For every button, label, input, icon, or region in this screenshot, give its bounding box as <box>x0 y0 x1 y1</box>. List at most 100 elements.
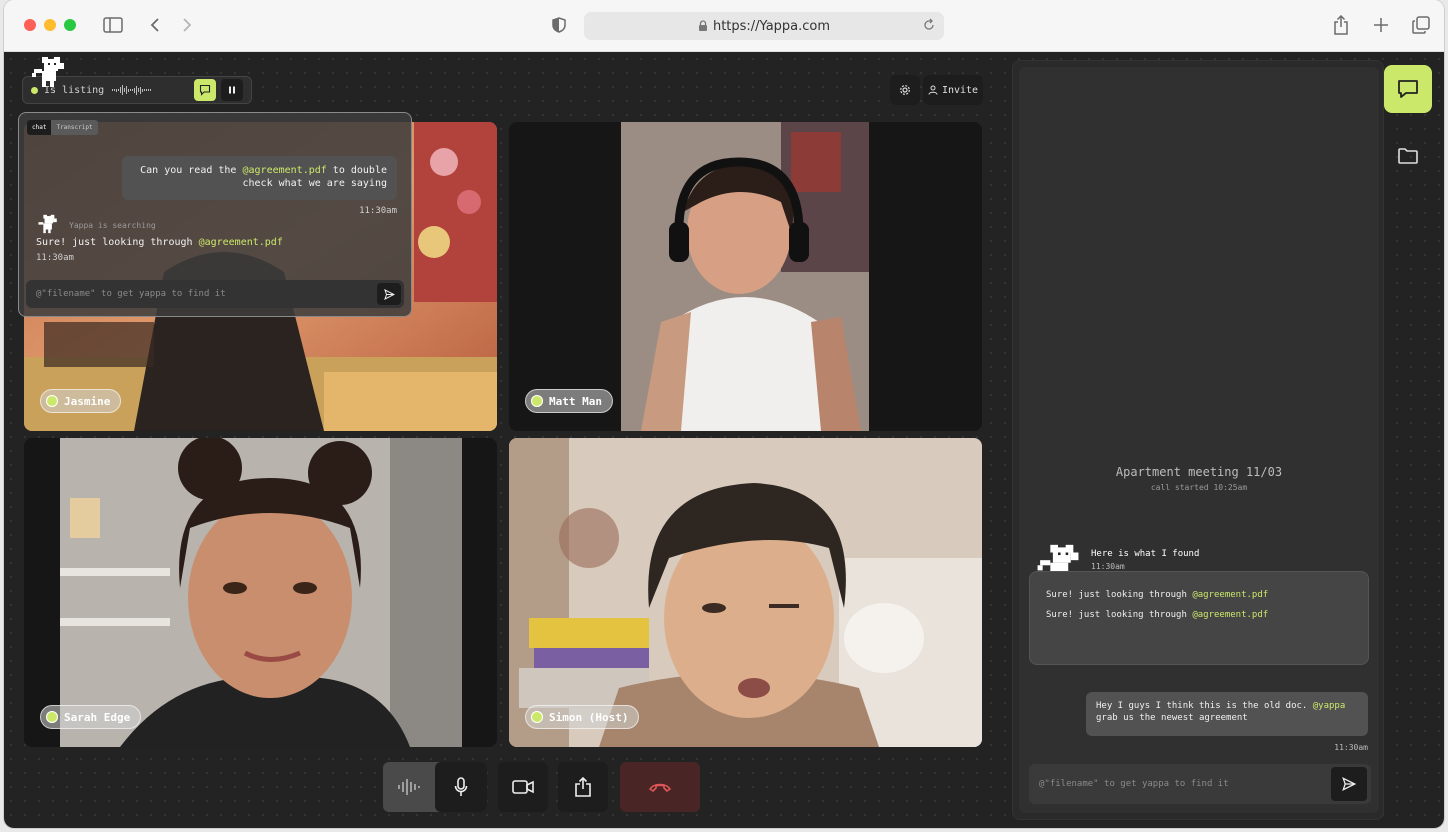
message-text: Sure! just looking through <box>1046 590 1193 600</box>
video-tile-matt-man[interactable]: Matt Man <box>509 122 982 431</box>
chat-toggle-button[interactable] <box>194 79 216 101</box>
file-mention-link[interactable]: @agreement.pdf <box>1192 590 1268 600</box>
audio-controls-group <box>383 762 487 812</box>
yappa-results-card: Sure! just looking through @agreement.pd… <box>1029 571 1369 665</box>
participant-name-tag: Matt Man <box>525 389 613 413</box>
participant-name: Simon (Host) <box>549 710 629 724</box>
pause-listening-button[interactable] <box>221 79 243 101</box>
files-panel-button[interactable] <box>1384 134 1432 178</box>
hang-up-icon <box>649 783 671 792</box>
video-feed <box>60 438 462 747</box>
user-message-bubble: Hey I guys I think this is the old doc. … <box>1086 692 1368 736</box>
share-icon[interactable] <box>1330 14 1352 36</box>
message-text: Hey I guys I think this is the old doc. <box>1096 701 1313 711</box>
side-send-button[interactable] <box>1331 767 1367 801</box>
video-feed <box>621 122 869 431</box>
audio-waveform-icon <box>112 84 152 96</box>
overlay-chat-input[interactable] <box>26 280 356 308</box>
maximize-window-button[interactable] <box>64 19 76 31</box>
browser-window: https://Yappa.com Is listing Invite Jasm… <box>4 0 1444 828</box>
microphone-icon <box>454 777 468 796</box>
message-text: Can you read the <box>140 165 243 176</box>
message-timestamp: 11:30am <box>36 253 74 263</box>
address-bar[interactable]: https://Yappa.com <box>584 12 944 40</box>
message-text: grab us the newest agreement <box>1096 713 1248 723</box>
side-chat-input[interactable] <box>1029 764 1359 804</box>
video-tile-simon-host[interactable]: Simon (Host) <box>509 438 982 747</box>
file-mention-link[interactable]: @agreement.pdf <box>1192 610 1268 620</box>
result-line: Sure! just looking through @agreement.pd… <box>1046 590 1352 600</box>
sidebar-toggle-icon[interactable] <box>102 14 124 36</box>
yappa-mention-link[interactable]: @yappa <box>1313 701 1346 711</box>
share-icon <box>575 777 591 797</box>
overlay-send-button[interactable] <box>377 283 401 305</box>
back-icon[interactable] <box>146 14 164 36</box>
video-tile-sarah-edge[interactable]: Sarah Edge <box>24 438 497 747</box>
yappa-status-note: Yappa is searching <box>69 221 156 230</box>
end-call-button[interactable] <box>620 762 700 812</box>
side-chat-input-box <box>1029 764 1371 804</box>
tab-chat[interactable]: chat <box>27 120 52 135</box>
minimize-window-button[interactable] <box>44 19 56 31</box>
file-mention-link[interactable]: @agreement.pdf <box>242 165 326 176</box>
url-text: https://Yappa.com <box>712 18 831 34</box>
message-timestamp: 11:30am <box>359 206 397 216</box>
message-timestamp: 11:30am <box>1334 743 1368 752</box>
gear-icon <box>900 85 910 95</box>
chat-bubble-icon <box>1398 80 1418 98</box>
result-line: Sure! just looking through @agreement.pd… <box>1046 610 1352 620</box>
pause-icon <box>229 86 235 94</box>
settings-button[interactable] <box>890 75 920 105</box>
invite-button[interactable]: Invite <box>923 75 983 105</box>
message-timestamp: 11:30am <box>1091 562 1125 571</box>
tab-transcript[interactable]: Transcript <box>51 120 97 135</box>
forward-icon[interactable] <box>178 14 196 36</box>
yappa-app: Is listing Invite Jasmine Matt Man Sarah… <box>4 52 1444 828</box>
participant-name: Sarah Edge <box>64 710 131 724</box>
tab-overview-icon[interactable] <box>1410 14 1432 36</box>
lock-icon <box>698 20 708 32</box>
chat-overlay: chat Transcript Can you read the @agreem… <box>18 112 412 317</box>
video-camera-icon <box>512 780 534 794</box>
user-icon <box>928 85 938 95</box>
meeting-title: Apartment meeting 11/03 <box>1115 465 1283 479</box>
file-mention-link[interactable]: @agreement.pdf <box>199 237 283 248</box>
shield-icon[interactable] <box>549 14 569 36</box>
participant-name: Jasmine <box>64 394 111 408</box>
invite-label: Invite <box>941 84 979 96</box>
speaking-indicator <box>46 711 58 723</box>
message-text: Sure! just looking through <box>36 237 199 248</box>
call-started-time: call started 10:25am <box>1150 483 1248 492</box>
participant-name: Matt Man <box>549 394 602 408</box>
waveform-icon <box>398 779 420 795</box>
send-icon <box>383 288 395 300</box>
speaking-indicator <box>531 711 543 723</box>
folder-icon <box>1398 148 1418 164</box>
camera-button[interactable] <box>498 762 548 812</box>
yappa-mascot-icon <box>38 214 57 234</box>
send-icon <box>1342 777 1356 791</box>
speaking-indicator <box>46 395 58 407</box>
new-tab-icon[interactable] <box>1370 14 1392 36</box>
chat-bubble-icon <box>199 84 211 96</box>
yappa-reply: Sure! just looking through @agreement.pd… <box>36 237 283 248</box>
yappa-mascot-icon <box>32 57 64 87</box>
audio-wave-button[interactable] <box>383 762 435 812</box>
share-screen-button[interactable] <box>558 762 608 812</box>
overlay-chat-input-box <box>26 280 404 308</box>
participant-name-tag: Jasmine <box>40 389 122 413</box>
microphone-button[interactable] <box>435 762 487 812</box>
browser-toolbar: https://Yappa.com <box>4 0 1444 52</box>
listening-status-dot <box>31 86 38 94</box>
participant-name-tag: Sarah Edge <box>40 705 142 729</box>
participant-name-tag: Simon (Host) <box>525 705 640 729</box>
speaking-indicator <box>531 395 543 407</box>
reload-icon[interactable] <box>922 18 936 36</box>
chat-history: Apartment meeting 11/03 call started 10:… <box>1019 67 1379 813</box>
yappa-message: Here is what I found <box>1091 549 1200 559</box>
chat-panel-button[interactable] <box>1384 65 1432 113</box>
close-window-button[interactable] <box>24 19 36 31</box>
user-message-bubble: Can you read the @agreement.pdf to doubl… <box>122 156 397 200</box>
overlay-tabs: chat Transcript <box>27 120 98 135</box>
chat-side-panel: Apartment meeting 11/03 call started 10:… <box>1012 60 1384 820</box>
